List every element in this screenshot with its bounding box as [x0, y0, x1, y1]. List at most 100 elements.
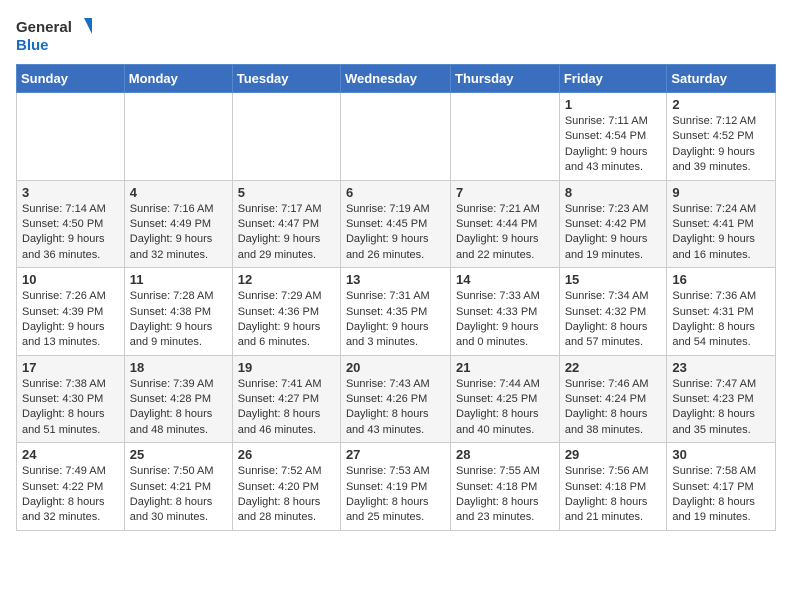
day-cell: 27 Sunrise: 7:53 AM Sunset: 4:19 PM Dayli…: [340, 443, 450, 531]
day-number: 4: [130, 185, 227, 200]
weekday-header-saturday: Saturday: [667, 65, 776, 93]
day-info: Sunrise: 7:21 AM Sunset: 4:44 PM Dayligh…: [456, 202, 554, 264]
logo: General Blue: [16, 16, 96, 56]
week-row-3: 10 Sunrise: 7:26 AM Sunset: 4:39 PM Dayli…: [17, 268, 776, 356]
day-number: 2: [672, 97, 770, 112]
calendar-table: SundayMondayTuesdayWednesdayThursdayFrid…: [16, 64, 776, 531]
day-cell: [340, 93, 450, 181]
day-cell: 29 Sunrise: 7:56 AM Sunset: 4:18 PM Dayli…: [559, 443, 667, 531]
day-info: Sunrise: 7:39 AM Sunset: 4:28 PM Dayligh…: [130, 377, 227, 439]
day-cell: 13 Sunrise: 7:31 AM Sunset: 4:35 PM Dayli…: [340, 268, 450, 356]
day-cell: 12 Sunrise: 7:29 AM Sunset: 4:36 PM Dayli…: [232, 268, 340, 356]
day-info: Sunrise: 7:56 AM Sunset: 4:18 PM Dayligh…: [565, 464, 662, 526]
day-number: 21: [456, 360, 554, 375]
day-cell: 10 Sunrise: 7:26 AM Sunset: 4:39 PM Dayli…: [17, 268, 125, 356]
day-info: Sunrise: 7:50 AM Sunset: 4:21 PM Dayligh…: [130, 464, 227, 526]
day-number: 13: [346, 272, 445, 287]
day-cell: 22 Sunrise: 7:46 AM Sunset: 4:24 PM Dayli…: [559, 355, 667, 443]
day-info: Sunrise: 7:28 AM Sunset: 4:38 PM Dayligh…: [130, 289, 227, 351]
day-number: 23: [672, 360, 770, 375]
day-info: Sunrise: 7:14 AM Sunset: 4:50 PM Dayligh…: [22, 202, 119, 264]
day-cell: 6Sunrise: 7:19 AM Sunset: 4:45 PM Daylig…: [340, 180, 450, 268]
day-cell: [232, 93, 340, 181]
day-info: Sunrise: 7:53 AM Sunset: 4:19 PM Dayligh…: [346, 464, 445, 526]
weekday-header-tuesday: Tuesday: [232, 65, 340, 93]
day-info: Sunrise: 7:26 AM Sunset: 4:39 PM Dayligh…: [22, 289, 119, 351]
weekday-header-thursday: Thursday: [451, 65, 560, 93]
day-number: 10: [22, 272, 119, 287]
day-cell: 25 Sunrise: 7:50 AM Sunset: 4:21 PM Dayli…: [124, 443, 232, 531]
day-cell: 8 Sunrise: 7:23 AM Sunset: 4:42 PM Daylig…: [559, 180, 667, 268]
day-cell: 19Sunrise: 7:41 AM Sunset: 4:27 PM Dayli…: [232, 355, 340, 443]
day-number: 26: [238, 447, 335, 462]
svg-text:General: General: [16, 19, 72, 36]
weekday-header-wednesday: Wednesday: [340, 65, 450, 93]
day-info: Sunrise: 7:46 AM Sunset: 4:24 PM Dayligh…: [565, 377, 662, 439]
day-number: 17: [22, 360, 119, 375]
day-number: 9: [672, 185, 770, 200]
svg-text:Blue: Blue: [16, 37, 49, 54]
day-number: 1: [565, 97, 662, 112]
day-number: 25: [130, 447, 227, 462]
week-row-2: 3 Sunrise: 7:14 AM Sunset: 4:50 PM Daylig…: [17, 180, 776, 268]
generalblue-logo-icon: General Blue: [16, 16, 96, 56]
day-cell: 26 Sunrise: 7:52 AM Sunset: 4:20 PM Dayli…: [232, 443, 340, 531]
week-row-1: 1 Sunrise: 7:11 AM Sunset: 4:54 PM Daylig…: [17, 93, 776, 181]
day-cell: 5 Sunrise: 7:17 AM Sunset: 4:47 PM Daylig…: [232, 180, 340, 268]
day-number: 3: [22, 185, 119, 200]
page-header: General Blue: [16, 16, 776, 56]
weekday-header-friday: Friday: [559, 65, 667, 93]
day-cell: 9 Sunrise: 7:24 AM Sunset: 4:41 PM Daylig…: [667, 180, 776, 268]
day-number: 6: [346, 185, 445, 200]
day-info: Sunrise: 7:58 AM Sunset: 4:17 PM Dayligh…: [672, 464, 770, 526]
day-info: Sunrise: 7:11 AM Sunset: 4:54 PM Dayligh…: [565, 114, 662, 176]
day-cell: 14 Sunrise: 7:33 AM Sunset: 4:33 PM Dayli…: [451, 268, 560, 356]
weekday-header-monday: Monday: [124, 65, 232, 93]
day-number: 20: [346, 360, 445, 375]
day-info: Sunrise: 7:47 AM Sunset: 4:23 PM Dayligh…: [672, 377, 770, 439]
day-info: Sunrise: 7:23 AM Sunset: 4:42 PM Dayligh…: [565, 202, 662, 264]
weekday-header-sunday: Sunday: [17, 65, 125, 93]
day-cell: 21 Sunrise: 7:44 AM Sunset: 4:25 PM Dayli…: [451, 355, 560, 443]
day-number: 5: [238, 185, 335, 200]
day-info: Sunrise: 7:33 AM Sunset: 4:33 PM Dayligh…: [456, 289, 554, 351]
week-row-4: 17 Sunrise: 7:38 AM Sunset: 4:30 PM Dayli…: [17, 355, 776, 443]
day-cell: 1 Sunrise: 7:11 AM Sunset: 4:54 PM Daylig…: [559, 93, 667, 181]
day-info: Sunrise: 7:34 AM Sunset: 4:32 PM Dayligh…: [565, 289, 662, 351]
day-number: 24: [22, 447, 119, 462]
day-cell: 24 Sunrise: 7:49 AM Sunset: 4:22 PM Dayli…: [17, 443, 125, 531]
day-number: 14: [456, 272, 554, 287]
day-number: 28: [456, 447, 554, 462]
day-cell: 17 Sunrise: 7:38 AM Sunset: 4:30 PM Dayli…: [17, 355, 125, 443]
day-info: Sunrise: 7:44 AM Sunset: 4:25 PM Dayligh…: [456, 377, 554, 439]
day-info: Sunrise: 7:52 AM Sunset: 4:20 PM Dayligh…: [238, 464, 335, 526]
day-cell: 18Sunrise: 7:39 AM Sunset: 4:28 PM Dayli…: [124, 355, 232, 443]
weekday-header-row: SundayMondayTuesdayWednesdayThursdayFrid…: [17, 65, 776, 93]
day-info: Sunrise: 7:17 AM Sunset: 4:47 PM Dayligh…: [238, 202, 335, 264]
day-info: Sunrise: 7:29 AM Sunset: 4:36 PM Dayligh…: [238, 289, 335, 351]
day-info: Sunrise: 7:31 AM Sunset: 4:35 PM Dayligh…: [346, 289, 445, 351]
day-number: 8: [565, 185, 662, 200]
day-number: 29: [565, 447, 662, 462]
day-number: 12: [238, 272, 335, 287]
day-cell: 3 Sunrise: 7:14 AM Sunset: 4:50 PM Daylig…: [17, 180, 125, 268]
day-number: 16: [672, 272, 770, 287]
day-cell: 16Sunrise: 7:36 AM Sunset: 4:31 PM Dayli…: [667, 268, 776, 356]
day-cell: [17, 93, 125, 181]
day-info: Sunrise: 7:16 AM Sunset: 4:49 PM Dayligh…: [130, 202, 227, 264]
day-cell: 4 Sunrise: 7:16 AM Sunset: 4:49 PM Daylig…: [124, 180, 232, 268]
day-info: Sunrise: 7:43 AM Sunset: 4:26 PM Dayligh…: [346, 377, 445, 439]
day-number: 22: [565, 360, 662, 375]
day-cell: [451, 93, 560, 181]
week-row-5: 24 Sunrise: 7:49 AM Sunset: 4:22 PM Dayli…: [17, 443, 776, 531]
day-info: Sunrise: 7:49 AM Sunset: 4:22 PM Dayligh…: [22, 464, 119, 526]
day-info: Sunrise: 7:55 AM Sunset: 4:18 PM Dayligh…: [456, 464, 554, 526]
day-info: Sunrise: 7:24 AM Sunset: 4:41 PM Dayligh…: [672, 202, 770, 264]
day-number: 15: [565, 272, 662, 287]
day-number: 7: [456, 185, 554, 200]
day-cell: 11Sunrise: 7:28 AM Sunset: 4:38 PM Dayli…: [124, 268, 232, 356]
day-cell: [124, 93, 232, 181]
day-cell: 7 Sunrise: 7:21 AM Sunset: 4:44 PM Daylig…: [451, 180, 560, 268]
day-info: Sunrise: 7:38 AM Sunset: 4:30 PM Dayligh…: [22, 377, 119, 439]
day-number: 27: [346, 447, 445, 462]
